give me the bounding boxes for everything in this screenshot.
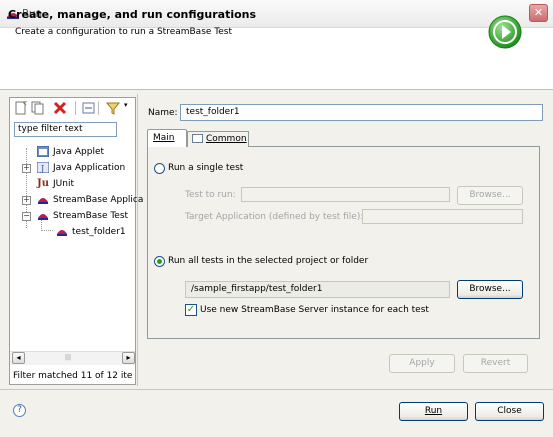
dialog-header (0, 29, 553, 90)
header-title: Create, manage, and run configurations (8, 8, 257, 21)
tree-item-label: JUnit (53, 179, 74, 189)
run-all-radio[interactable] (154, 256, 165, 267)
close-window-button[interactable]: ✕ (529, 4, 548, 22)
name-input[interactable]: test_folder1 (180, 104, 543, 121)
svg-text:J: J (40, 164, 44, 173)
test-to-run-label: Test to run: (185, 190, 236, 200)
java-application-icon: J (36, 161, 50, 174)
new-config-icon[interactable] (14, 101, 28, 115)
test-to-run-field[interactable] (241, 187, 450, 202)
header-subtitle: Create a configuration to run a StreamBa… (15, 27, 233, 37)
streambase-icon (56, 226, 68, 237)
run-single-radio[interactable] (154, 163, 165, 174)
run-single-label: Run a single test (168, 163, 244, 173)
footer-separator (0, 389, 553, 390)
scroll-thumb-grip: ||| (65, 354, 72, 361)
scroll-right-icon[interactable]: ▸ (122, 352, 135, 364)
tree-expander[interactable]: + (22, 196, 31, 205)
run-button[interactable]: Run (399, 402, 468, 421)
apply-button[interactable]: Apply (389, 354, 455, 373)
tree-guide (41, 230, 53, 231)
name-label: Name: (148, 108, 178, 118)
streambase-icon (37, 194, 49, 205)
filter-status: Filter matched 11 of 12 item (13, 371, 133, 381)
close-button[interactable]: Close (475, 402, 544, 421)
use-new-server-label: Use new StreamBase Server instance for e… (200, 305, 429, 315)
toolbar-divider (98, 101, 99, 115)
revert-button[interactable]: Revert (463, 354, 528, 373)
collapse-all-icon[interactable] (82, 101, 96, 115)
common-tab-icon (192, 134, 203, 143)
filter-input[interactable]: type filter text (14, 122, 117, 137)
chevron-down-icon[interactable]: ▾ (124, 101, 128, 109)
tree-horizontal-scrollbar[interactable] (10, 351, 135, 365)
target-app-field[interactable] (362, 209, 523, 224)
browse-test-button[interactable]: Browse... (457, 186, 523, 205)
sash[interactable] (137, 94, 138, 386)
streambase-icon (37, 210, 49, 221)
use-new-server-checkbox[interactable]: ✓ (185, 304, 197, 316)
junit-icon: Ju (37, 178, 50, 189)
tree-item-label: Java Applet (53, 147, 105, 157)
run-all-label: Run all tests in the selected project or… (168, 256, 369, 266)
java-applet-icon (36, 145, 50, 158)
tree-item-label: test_folder1 (72, 227, 126, 237)
toolbar-divider (75, 101, 76, 115)
folder-path-field[interactable]: /sample_firstapp/test_folder1 (185, 281, 450, 298)
browse-folder-button[interactable]: Browse... (457, 280, 523, 299)
tree-expander[interactable]: − (22, 212, 31, 221)
config-tree-panel (9, 97, 136, 385)
tab-main[interactable]: Main (147, 129, 187, 147)
radio-selected-dot (157, 259, 162, 264)
tree-item-label: Java Application (53, 163, 126, 173)
help-icon[interactable]: ? (13, 404, 26, 417)
scroll-left-icon[interactable]: ◂ (12, 352, 25, 364)
tree-item-label: StreamBase Applica (53, 195, 144, 205)
duplicate-icon[interactable] (31, 101, 45, 115)
filter-icon[interactable] (106, 101, 120, 115)
run-icon (488, 15, 522, 49)
tab-common[interactable]: Common (187, 131, 249, 147)
tree-expander[interactable]: + (22, 164, 31, 173)
delete-icon[interactable] (53, 101, 67, 115)
tree-item-label: StreamBase Test (53, 211, 129, 221)
target-app-label: Target Application (defined by test file… (185, 212, 364, 222)
